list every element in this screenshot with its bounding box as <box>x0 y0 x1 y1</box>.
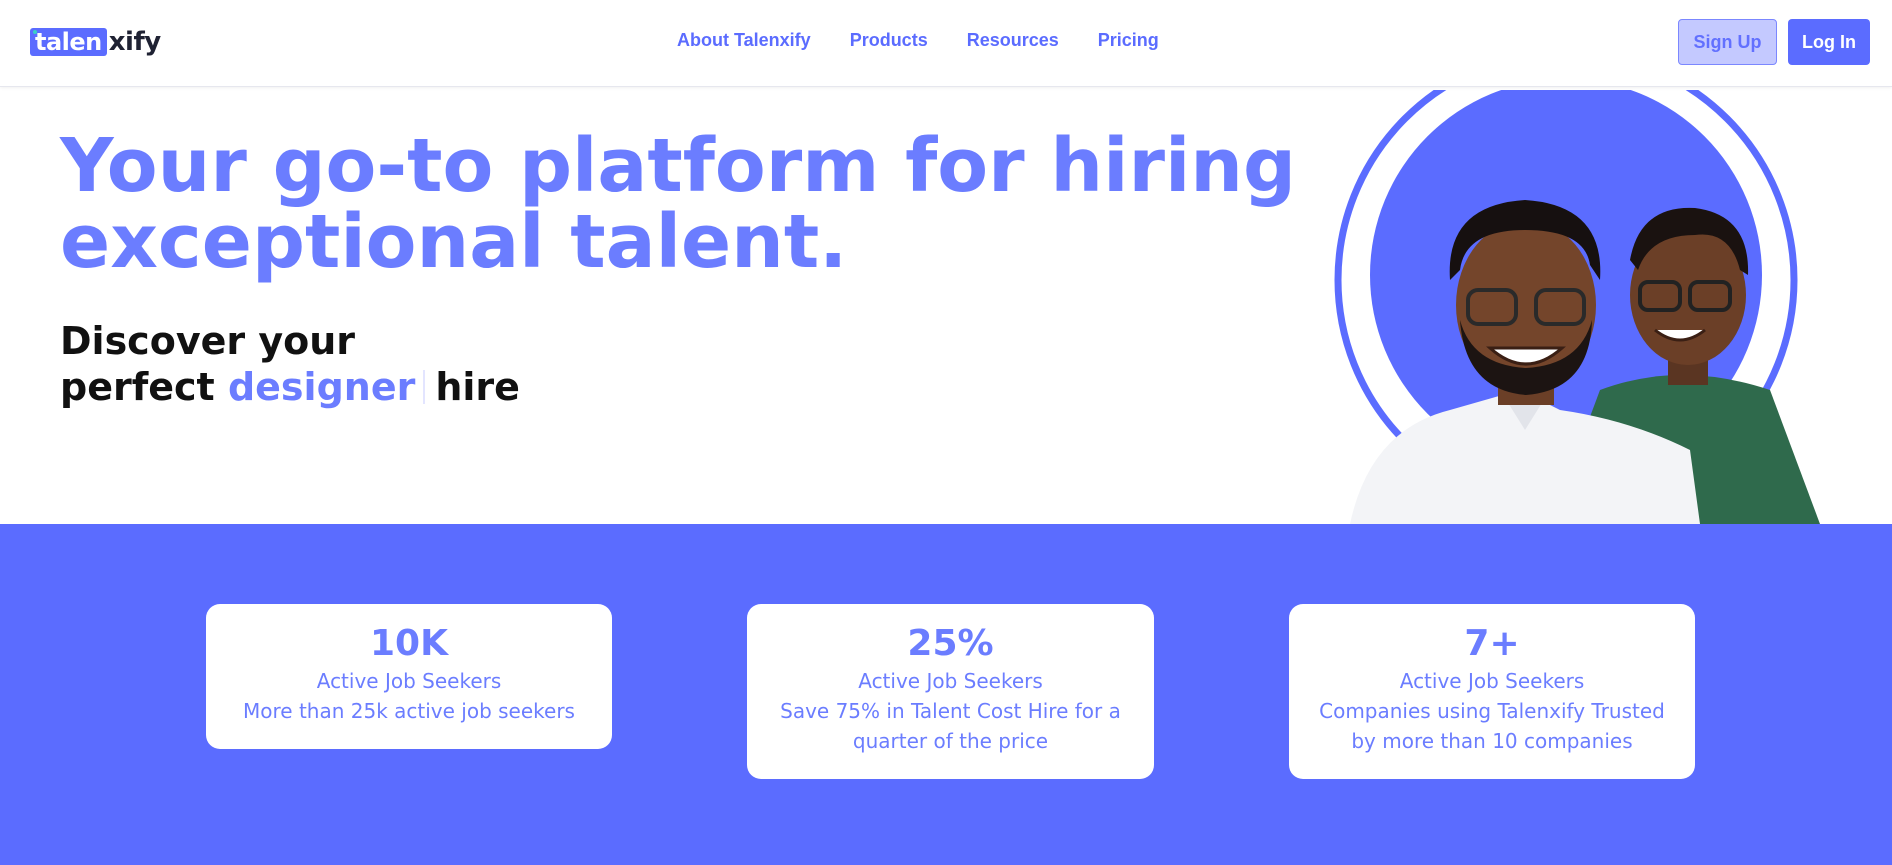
stat-value: 7+ <box>1464 623 1520 664</box>
nav-resources[interactable]: Resources <box>967 30 1059 51</box>
hero-image <box>1300 90 1820 524</box>
sub-line1: Discover your <box>60 319 356 363</box>
stat-label: Active Job Seekers <box>1399 669 1585 693</box>
sub-suffix: hire <box>435 365 520 409</box>
stat-label: Active Job Seekers <box>858 669 1043 693</box>
stat-label: Active Job Seekers <box>316 669 502 693</box>
sign-up-button[interactable]: Sign Up <box>1678 19 1777 65</box>
main-nav: About Talenxify Products Resources Prici… <box>677 30 1159 51</box>
nav-pricing[interactable]: Pricing <box>1098 30 1159 51</box>
stat-card: 10K Active Job Seekers More than 25k act… <box>206 604 612 749</box>
hero-headline-line1: Your go-to platform for hiring <box>60 123 1296 209</box>
hero-illustration <box>1334 90 1820 524</box>
stat-description: More than 25k active job seekers <box>243 699 575 723</box>
logo-mark: talen <box>30 27 107 56</box>
talenxify-logo[interactable]: talen xify <box>30 25 161 58</box>
log-in-button[interactable]: Log In <box>1788 19 1870 65</box>
logo-part2: xify <box>108 26 161 57</box>
site-header: talen xify About Talenxify Products Reso… <box>0 0 1892 87</box>
stat-description: Save 75% in Talent Cost Hire for a quart… <box>780 699 1121 753</box>
hero-headline: Your go-to platform for hiring exception… <box>60 128 1296 280</box>
stats-section: 10K Active Job Seekers More than 25k act… <box>0 524 1892 865</box>
sub-prefix: perfect <box>60 365 215 409</box>
typing-cursor <box>423 370 426 404</box>
stat-value: 25% <box>907 623 994 664</box>
stat-value: 10K <box>370 623 448 664</box>
stat-card: 25% Active Job Seekers Save 75% in Talen… <box>747 604 1154 779</box>
sub-accent-word: designer <box>227 365 416 409</box>
stat-card: 7+ Active Job Seekers Companies using Ta… <box>1289 604 1695 779</box>
logo-part1: talen <box>35 27 102 56</box>
logo-dot-icon <box>33 29 37 34</box>
stat-description: Companies using Talenxify Trusted by mor… <box>1319 699 1665 753</box>
nav-products[interactable]: Products <box>850 30 928 51</box>
hero-headline-line2: exceptional talent. <box>60 199 848 285</box>
hero-subheading: Discover your perfect designer hire <box>60 318 520 410</box>
nav-about[interactable]: About Talenxify <box>677 30 811 51</box>
